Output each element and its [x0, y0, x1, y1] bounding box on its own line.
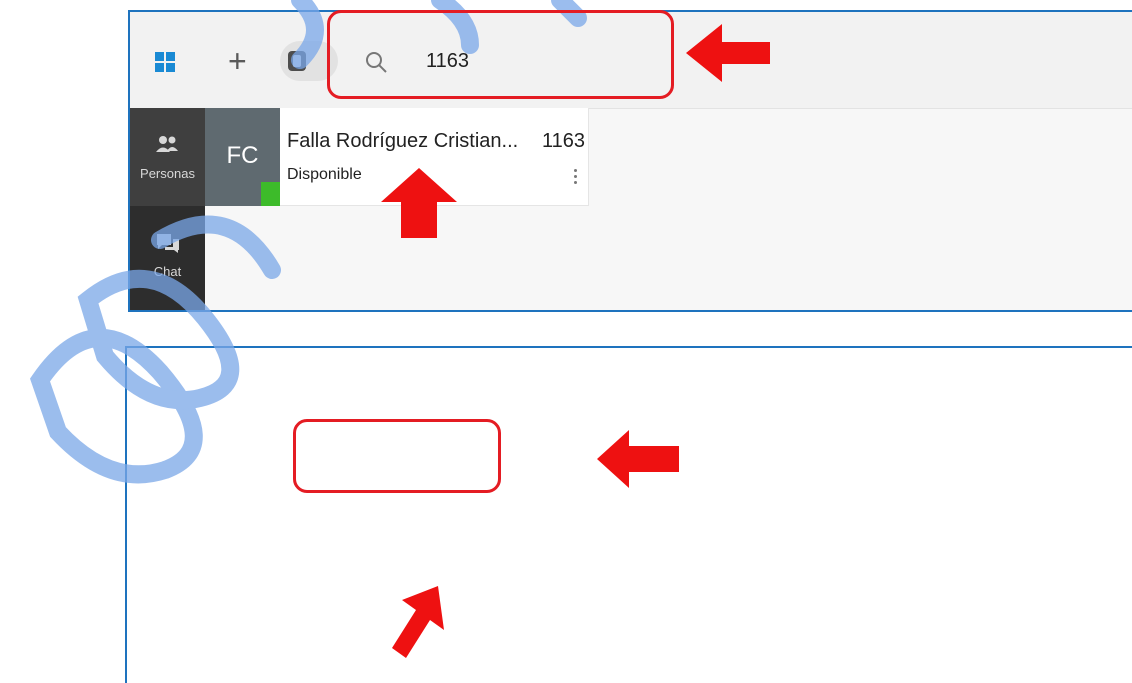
app-screenshot-bottom [125, 346, 1132, 683]
contact-name: Falla Rodríguez Cristian... [287, 130, 519, 152]
people-icon [156, 136, 178, 152]
more-options-icon[interactable] [570, 166, 580, 194]
search-highlight-box [327, 10, 674, 99]
arrow-left-icon [686, 24, 770, 82]
contact-extension: 1163 [542, 130, 586, 152]
arrow-up-right-icon [392, 586, 444, 658]
plus-icon[interactable]: + [228, 45, 247, 77]
contact-status: Disponible [287, 166, 362, 183]
sidebar-item-label: Personas [140, 166, 195, 181]
arrow-up-icon [381, 168, 457, 238]
sidebar-item-personas[interactable]: Personas [130, 108, 205, 206]
highlight-box [293, 419, 501, 493]
contacts-icon [288, 51, 306, 71]
sidebar-item-chat[interactable]: Chat [130, 206, 205, 304]
sidebar-item-label: Chat [153, 264, 182, 279]
sidebar: Personas Chat [130, 108, 205, 310]
presence-indicator [261, 182, 280, 206]
windows-logo-icon[interactable] [155, 52, 175, 72]
chat-icon [157, 234, 179, 253]
arrow-left-icon [597, 430, 679, 488]
